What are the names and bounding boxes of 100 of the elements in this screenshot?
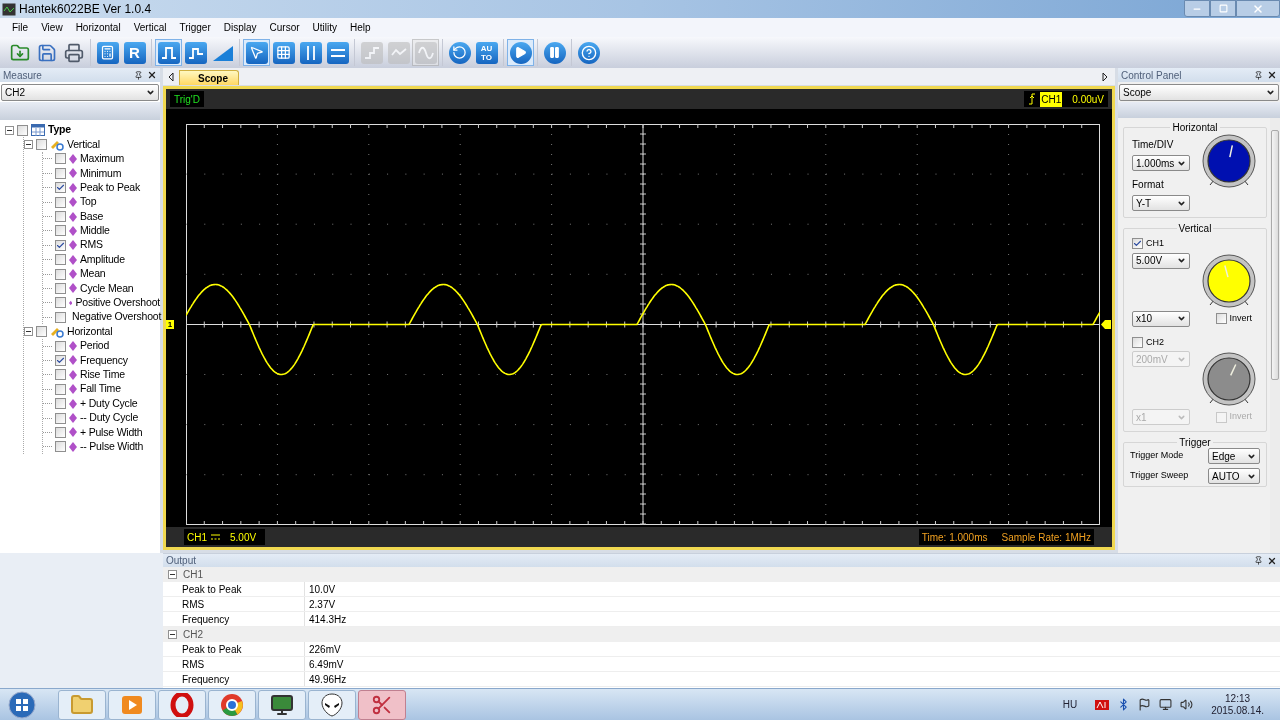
checkbox[interactable] [55,426,66,438]
format-dropdown[interactable]: Y-T [1132,195,1190,211]
tree-item[interactable]: Type [48,122,71,139]
channel-dropdown[interactable]: CH2 [1,84,159,101]
checkbox[interactable] [55,383,66,395]
checkbox[interactable] [55,398,66,410]
volume-icon[interactable] [1180,698,1194,711]
pin-icon[interactable] [1254,70,1263,80]
vertical-cursor-button[interactable] [297,39,324,66]
checkbox[interactable] [55,283,66,294]
tree-item[interactable]: + Pulse Width [80,424,143,441]
tree-item[interactable]: Middle [80,223,110,239]
rotary-knob[interactable] [1200,351,1258,407]
tree-item[interactable]: Period [80,338,110,354]
horizontal-cursor-button[interactable] [324,39,351,66]
language-indicator[interactable]: HU [1062,697,1078,712]
tree-item[interactable]: + Duty Cycle [80,395,138,412]
tree-item[interactable]: Positive Overshoot [75,295,160,311]
tree-item[interactable]: Minimum [80,165,122,182]
close-icon[interactable] [1267,555,1277,566]
menu-item[interactable]: Help [350,20,371,35]
tree-item[interactable]: Top [80,194,97,211]
minimize-button[interactable] [1184,0,1210,17]
menu-item[interactable]: Horizontal [75,20,121,35]
collapse-toggle[interactable] [24,327,33,337]
checkbox[interactable] [1132,238,1143,250]
collapse-toggle[interactable] [168,570,177,579]
network-icon[interactable] [1159,698,1173,711]
clock-time[interactable]: 12:13 [1225,692,1251,705]
tree-item[interactable]: Negative Overshoot [72,309,162,326]
pin-icon[interactable] [1254,556,1263,565]
volts-dropdown[interactable]: 5.00V [1132,252,1190,269]
checkbox[interactable] [55,311,66,323]
collapse-toggle[interactable] [24,140,33,150]
rotary-knob[interactable] [1200,133,1258,189]
menu-item[interactable]: Utility [312,20,338,35]
graphics-icon[interactable] [1095,699,1110,710]
checkbox[interactable] [55,354,66,366]
checkbox[interactable] [55,239,66,251]
collapse-toggle[interactable] [5,125,14,135]
taskbar-button[interactable] [158,689,206,720]
tree-item[interactable]: Horizontal [67,323,113,340]
scrollbar[interactable] [1270,118,1280,553]
tree-item[interactable]: Base [80,208,104,225]
reference-button[interactable]: R [121,39,148,66]
checkbox[interactable] [1216,411,1228,423]
tree-item[interactable]: RMS [80,237,103,254]
trigger-dropdown[interactable]: AUTO [1208,468,1260,484]
rotary-knob[interactable] [1200,252,1258,309]
run-button[interactable] [507,39,534,66]
tree-item[interactable]: Amplitude [80,251,125,268]
menu-item[interactable]: Vertical [133,20,167,35]
probe-dropdown[interactable]: x10 [1132,310,1190,327]
clock-date[interactable]: 2015.08.14. [1211,704,1264,717]
pin-icon[interactable] [134,70,143,80]
tree-item[interactable]: -- Pulse Width [80,438,144,455]
checkbox[interactable] [55,268,66,280]
menu-item[interactable]: Trigger [179,20,211,35]
checkbox[interactable] [1132,336,1143,348]
close-icon[interactable] [1267,70,1277,80]
menu-item[interactable]: File [12,20,29,35]
menu-item[interactable]: View [41,20,63,35]
checkbox[interactable] [55,340,66,352]
tree-item[interactable]: Vertical [67,136,100,153]
taskbar-button[interactable] [308,689,356,720]
checkbox[interactable] [1216,313,1228,324]
trigger-dropdown[interactable]: Edge [1208,448,1260,464]
checkbox[interactable] [55,441,66,453]
close-button[interactable] [1236,0,1280,17]
checkbox[interactable] [55,167,66,179]
scroll-left-icon[interactable] [167,72,175,82]
tree-item[interactable]: Fall Time [80,381,121,398]
checkbox[interactable] [55,412,66,424]
checkbox[interactable] [36,139,47,151]
tree-item[interactable]: Mean [80,266,106,282]
tree-item[interactable]: Rise Time [80,366,125,383]
checkbox[interactable] [55,211,66,223]
checkbox[interactable] [55,254,66,266]
pointer-button[interactable] [243,39,270,66]
menu-item[interactable]: Display [223,20,257,35]
menu-item[interactable]: Cursor [269,20,300,35]
checkbox[interactable] [55,369,66,381]
grid-button[interactable] [270,39,297,66]
panel-dropdown[interactable]: Scope [1119,84,1279,101]
scope-tab[interactable]: Scope [179,70,239,85]
tree-item[interactable]: Peak to Peak [80,179,141,196]
close-icon[interactable] [147,70,157,80]
tree-item[interactable]: Cycle Mean [80,280,134,297]
checkbox[interactable] [36,326,47,338]
tree-item[interactable]: Frequency [80,352,128,369]
taskbar-button[interactable] [258,689,306,720]
time-div-dropdown[interactable]: 1.000ms [1132,155,1190,171]
math-button[interactable] [94,39,121,66]
falling-edge-button[interactable] [182,39,209,66]
collapse-toggle[interactable] [168,630,177,639]
rising-edge-button[interactable] [155,39,182,66]
checkbox[interactable] [55,153,66,165]
checkbox[interactable] [55,182,66,194]
restore-button[interactable] [1210,0,1236,17]
flag-icon[interactable] [1138,698,1152,711]
